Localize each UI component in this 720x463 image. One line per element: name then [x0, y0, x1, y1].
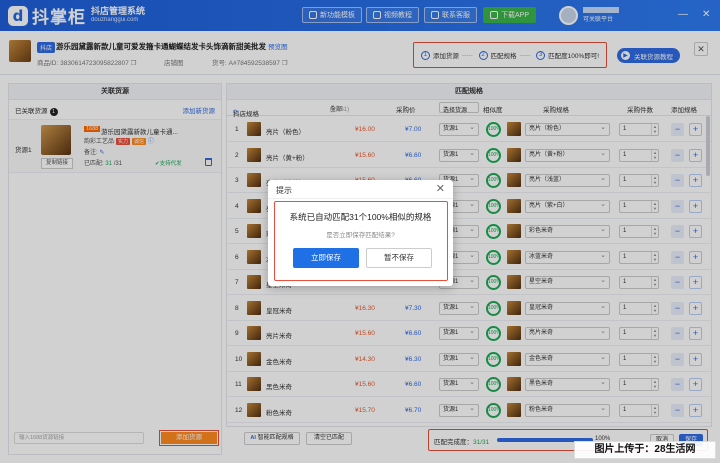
- prompt-dialog: 提示 ✕ 系统已自动匹配31个100%相似的规格 是否立即保存匹配结果? 立即保…: [268, 180, 453, 286]
- dialog-message: 系统已自动匹配31个100%相似的规格: [289, 212, 432, 222]
- dialog-title: 提示: [276, 186, 292, 195]
- dialog-close-icon[interactable]: ✕: [436, 182, 445, 195]
- not-save-button[interactable]: 暂不保存: [366, 248, 432, 268]
- dialog-question: 是否立即保存匹配结果?: [326, 232, 395, 239]
- watermark: 图片上传于：28生活网: [574, 441, 716, 459]
- save-now-button[interactable]: 立即保存: [293, 248, 359, 268]
- dialog-body: 系统已自动匹配31个100%相似的规格 是否立即保存匹配结果? 立即保存 暂不保…: [274, 201, 448, 281]
